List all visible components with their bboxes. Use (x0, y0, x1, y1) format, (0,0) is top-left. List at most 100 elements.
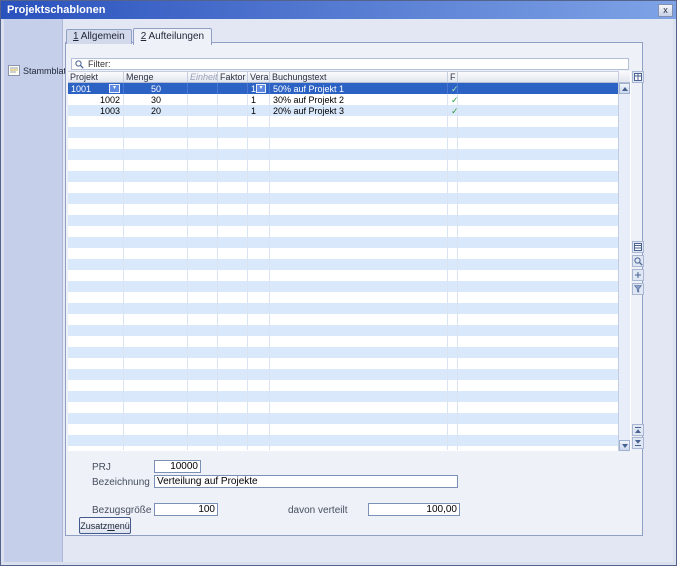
column-header-f[interactable]: F (448, 72, 458, 82)
cell-faktor (218, 336, 248, 347)
cell-menge (124, 292, 188, 303)
column-chooser-button[interactable] (632, 71, 644, 83)
table-row-empty[interactable] (68, 347, 618, 358)
bezugsgroesse-field[interactable] (154, 503, 218, 516)
cell-f (448, 336, 458, 347)
tab-allgemein[interactable]: 1 Allgemein (66, 29, 132, 44)
table-row-empty[interactable] (68, 391, 618, 402)
zusatzmenu-button[interactable]: Zusatzmenü (79, 517, 131, 534)
cell-projekt (68, 347, 124, 358)
table-row-empty[interactable] (68, 380, 618, 391)
dropdown-button[interactable]: ▾ (109, 84, 120, 93)
cell-vera (248, 303, 270, 314)
cell-menge (124, 204, 188, 215)
cell-filler (458, 336, 618, 347)
table-row-empty[interactable] (68, 204, 618, 215)
scroll-to-bottom-button[interactable] (632, 437, 644, 449)
table-row-empty[interactable] (68, 171, 618, 182)
scroll-to-top-button[interactable] (632, 424, 644, 436)
cell-einheit (188, 270, 218, 281)
table-row-empty[interactable] (68, 303, 618, 314)
table-row-empty[interactable] (68, 248, 618, 259)
cell-projekt (68, 149, 124, 160)
table-row-empty[interactable] (68, 193, 618, 204)
table-row-empty[interactable] (68, 160, 618, 171)
cell-f (448, 347, 458, 358)
vertical-scrollbar[interactable] (618, 71, 630, 451)
cell-einheit (188, 182, 218, 193)
cell-menge (124, 413, 188, 424)
table-row-empty[interactable] (68, 358, 618, 369)
cell-text: 20 (151, 106, 161, 116)
table-row-empty[interactable] (68, 149, 618, 160)
cell-menge (124, 435, 188, 446)
close-button[interactable]: x (658, 4, 673, 17)
table-row-empty[interactable] (68, 314, 618, 325)
grid-layout-button[interactable] (632, 241, 644, 253)
column-header-menge[interactable]: Menge (124, 72, 188, 82)
cell-menge (124, 369, 188, 380)
davon-verteilt-field[interactable] (368, 503, 460, 516)
table-row[interactable]: 100320120% auf Projekt 3✓ (68, 105, 618, 116)
cell-filler (458, 226, 618, 237)
table-row-empty[interactable] (68, 270, 618, 281)
table-row-empty[interactable] (68, 215, 618, 226)
cell-filler (458, 281, 618, 292)
table-row[interactable]: 1001▾501▾50% auf Projekt 1✓ (68, 83, 618, 94)
column-header-faktor[interactable]: Faktor (218, 72, 248, 82)
table-row-empty[interactable] (68, 413, 618, 424)
cell-vera: 1 (248, 105, 270, 116)
table-row-empty[interactable] (68, 127, 618, 138)
table-row-empty[interactable] (68, 369, 618, 380)
scrollbar-track[interactable] (619, 94, 630, 440)
table-row[interactable]: 100230130% auf Projekt 2✓ (68, 94, 618, 105)
column-header-einheit[interactable]: Einheit (188, 72, 218, 82)
button-label: enü (115, 521, 130, 531)
bezugsgroesse-label: Bezugsgröße (92, 505, 151, 516)
cell-einheit (188, 237, 218, 248)
cell-filler (458, 193, 618, 204)
cell-projekt (68, 391, 124, 402)
filter-button[interactable] (632, 283, 644, 295)
prj-field[interactable] (154, 460, 201, 473)
table-row-empty[interactable] (68, 325, 618, 336)
table-row-empty[interactable] (68, 138, 618, 149)
title-bar[interactable]: Projektschablonen x (1, 1, 676, 19)
cell-vera (248, 160, 270, 171)
sidebar: Stammblatt (4, 19, 63, 562)
table-row-empty[interactable] (68, 226, 618, 237)
scroll-up-button[interactable] (619, 83, 630, 94)
cell-projekt (68, 358, 124, 369)
table-row-empty[interactable] (68, 116, 618, 127)
dropdown-button[interactable]: ▾ (256, 84, 266, 93)
cell-buchungstext (270, 226, 448, 237)
cell-einheit (188, 303, 218, 314)
table-row-empty[interactable] (68, 336, 618, 347)
cell-buchungstext (270, 446, 448, 450)
table-row-empty[interactable] (68, 259, 618, 270)
zoom-button[interactable] (632, 255, 644, 267)
table-row-empty[interactable] (68, 446, 618, 450)
column-header-projekt[interactable]: Projekt (68, 72, 124, 82)
table-row-empty[interactable] (68, 435, 618, 446)
cell-projekt (68, 204, 124, 215)
bezeichnung-field[interactable] (154, 475, 458, 488)
tab-aufteilungen[interactable]: 2 Aufteilungen (133, 28, 212, 45)
column-header-buchungstext[interactable]: Buchungstext (270, 72, 448, 82)
table-row-empty[interactable] (68, 292, 618, 303)
cell-vera (248, 215, 270, 226)
scroll-down-button[interactable] (619, 440, 630, 451)
table-row-empty[interactable] (68, 182, 618, 193)
table-row-empty[interactable] (68, 424, 618, 435)
expand-button[interactable] (632, 269, 644, 281)
cell-projekt (68, 402, 124, 413)
cell-projekt (68, 127, 124, 138)
table-row-empty[interactable] (68, 281, 618, 292)
table-row-empty[interactable] (68, 237, 618, 248)
cell-buchungstext: 30% auf Projekt 2 (270, 94, 448, 105)
sidebar-item-stammblatt[interactable]: Stammblatt (4, 65, 62, 76)
filter-bar[interactable]: Filter: (71, 58, 629, 70)
cell-menge (124, 127, 188, 138)
column-header-vera[interactable]: Vera (248, 72, 270, 82)
table-row-empty[interactable] (68, 402, 618, 413)
